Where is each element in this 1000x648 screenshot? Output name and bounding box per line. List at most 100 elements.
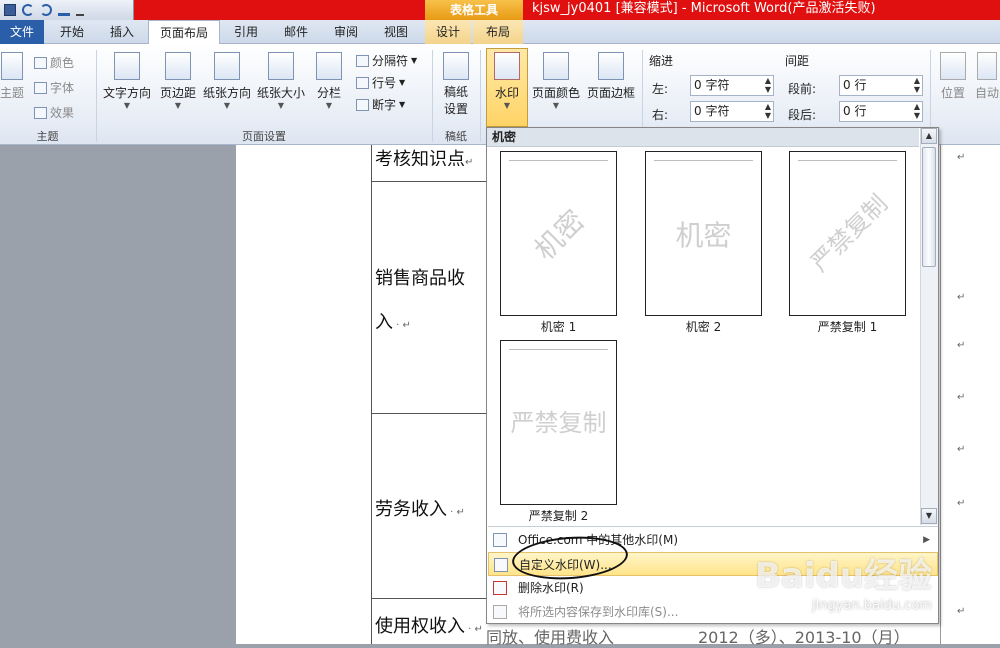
remove-watermark-icon — [493, 581, 507, 595]
position-icon — [940, 52, 966, 80]
quick-access-toolbar — [0, 0, 134, 20]
table-cell-text: 2012（多）、2013-10（月） — [698, 628, 910, 647]
margins-icon — [165, 52, 191, 80]
paragraph-mark: ↵ — [957, 606, 966, 617]
right-indent-input[interactable]: 0 字符 ▲ ▼ — [690, 101, 774, 122]
auto-wrap-button[interactable]: 自动 — [974, 52, 1000, 101]
paper-size-button[interactable]: 纸张大小 ▼ — [255, 52, 307, 111]
colors-icon — [34, 56, 47, 69]
tab-home[interactable]: 开始 — [48, 20, 96, 45]
menu-separator — [488, 526, 938, 527]
scroll-up-icon[interactable]: ▲ — [921, 128, 937, 144]
customize-qat-icon[interactable] — [76, 4, 84, 16]
breaks-button[interactable]: 分隔符 ▼ — [356, 52, 417, 69]
table-cell-text: 销售商品收 — [375, 268, 465, 289]
dropdown-arrow-icon: ▼ — [277, 101, 285, 110]
paragraph-mark: ↵ — [957, 444, 966, 455]
group-label-draft: 稿纸 — [445, 130, 467, 143]
watermark-option-4[interactable]: 严禁复制 — [500, 340, 617, 505]
spacing-section-title: 间距 — [785, 54, 810, 68]
page-color-button[interactable]: 页面颜色 ▼ — [530, 52, 582, 111]
tab-insert[interactable]: 插入 — [98, 20, 146, 45]
columns-button[interactable]: 分栏 ▼ — [312, 52, 346, 111]
dropdown-arrow-icon: ▼ — [503, 101, 511, 110]
paragraph-mark: ↵ — [957, 292, 966, 303]
watermark-preview-text: 严禁复制 — [805, 189, 894, 278]
fonts-icon — [34, 81, 47, 94]
space-before-input[interactable]: 0 行 ▲ ▼ — [839, 75, 923, 96]
gallery-section-header: 机密 — [487, 128, 919, 147]
watermark-option-1[interactable]: 机密 — [500, 151, 617, 316]
paragraph-mark: ↵ — [957, 152, 966, 163]
draft-paper-settings-button[interactable]: 稿纸设置 — [436, 52, 476, 118]
tab-view[interactable]: 视图 — [372, 20, 420, 45]
space-after-input[interactable]: 0 行 ▲ ▼ — [839, 101, 923, 122]
table-cell-text: 同放、使用费收入 — [486, 628, 615, 647]
table-border — [371, 413, 486, 414]
save-icon[interactable] — [4, 4, 16, 16]
format-icon[interactable] — [58, 4, 70, 16]
save-gallery-icon — [493, 605, 507, 619]
table-cell-text: 入 · ↵ — [375, 312, 411, 333]
spinner-arrows-icon[interactable]: ▲ ▼ — [914, 76, 920, 94]
hyphenation-button[interactable]: 断字 ▼ — [356, 96, 405, 113]
watermark-caption: 机密 2 — [685, 320, 722, 334]
group-separator — [96, 50, 97, 142]
hyphenation-icon — [356, 98, 369, 111]
paragraph-mark: ↵ — [957, 392, 966, 403]
page-borders-button[interactable]: 页面边框 — [585, 52, 637, 101]
baidu-jingyan-logo: Baidu经验 — [755, 556, 933, 596]
text-direction-icon — [114, 52, 140, 80]
group-separator — [432, 50, 433, 142]
space-after-label: 段后: — [788, 108, 817, 122]
orientation-icon — [214, 52, 240, 80]
watermark-caption: 严禁复制 2 — [528, 509, 589, 523]
spinner-arrows-icon[interactable]: ▲ ▼ — [914, 102, 920, 120]
scrollbar-thumb[interactable] — [922, 147, 936, 267]
effects-icon — [34, 106, 47, 119]
line-numbers-icon — [356, 76, 369, 89]
theme-colors-button[interactable]: 颜色 — [34, 54, 74, 71]
tab-page-layout[interactable]: 页面布局 — [148, 20, 220, 46]
columns-icon — [316, 52, 342, 80]
page-header-line — [654, 160, 753, 161]
baidu-jingyan-url: jingyan.baidu.com — [812, 598, 932, 613]
redo-icon[interactable] — [40, 4, 52, 16]
tab-references[interactable]: 引用 — [222, 20, 270, 45]
undo-icon[interactable] — [22, 4, 34, 16]
table-border — [371, 181, 486, 182]
scroll-down-icon[interactable]: ▼ — [921, 508, 937, 524]
margins-button[interactable]: 页边距 ▼ — [156, 52, 200, 111]
table-border — [940, 145, 941, 644]
dropdown-arrow-icon: ▼ — [223, 101, 231, 110]
themes-button[interactable]: 主题 — [0, 52, 24, 101]
table-tools-context-label: 表格工具 — [425, 0, 523, 20]
page-borders-icon — [598, 52, 624, 80]
table-cell-text: 考核知识点↵ — [375, 149, 474, 166]
watermark-button[interactable]: 水印 ▼ — [486, 52, 528, 111]
paragraph-mark: ↵ — [957, 340, 966, 351]
watermark-option-3[interactable]: 严禁复制 — [789, 151, 906, 316]
tab-table-design[interactable]: 设计 — [425, 20, 471, 45]
dropdown-arrow-icon: ▼ — [174, 101, 182, 110]
watermark-option-2[interactable]: 机密 — [645, 151, 762, 316]
theme-fonts-button[interactable]: 字体 — [34, 79, 74, 96]
line-numbers-button[interactable]: 行号 ▼ — [356, 74, 405, 91]
position-button[interactable]: 位置 — [936, 52, 970, 101]
orientation-button[interactable]: 纸张方向 ▼ — [201, 52, 253, 111]
text-direction-button[interactable]: 文字方向 ▼ — [99, 52, 155, 111]
group-label-page-setup: 页面设置 — [242, 130, 286, 143]
watermark-icon — [494, 52, 520, 80]
tab-mailings[interactable]: 邮件 — [272, 20, 320, 45]
theme-effects-button[interactable]: 效果 — [34, 104, 74, 121]
tab-table-layout[interactable]: 布局 — [473, 20, 523, 45]
left-indent-input[interactable]: 0 字符 ▲ ▼ — [690, 75, 774, 96]
spinner-arrows-icon[interactable]: ▲ ▼ — [765, 76, 771, 94]
page-header-line — [509, 349, 608, 350]
tab-file[interactable]: 文件 — [0, 20, 44, 45]
spinner-arrows-icon[interactable]: ▲ ▼ — [765, 102, 771, 120]
paragraph-mark: ↵ — [957, 498, 966, 509]
tab-review[interactable]: 审阅 — [322, 20, 370, 45]
table-cell-text: 使用权收入 · ↵ — [375, 616, 483, 637]
watermark-preview-text: 机密 — [675, 219, 732, 252]
